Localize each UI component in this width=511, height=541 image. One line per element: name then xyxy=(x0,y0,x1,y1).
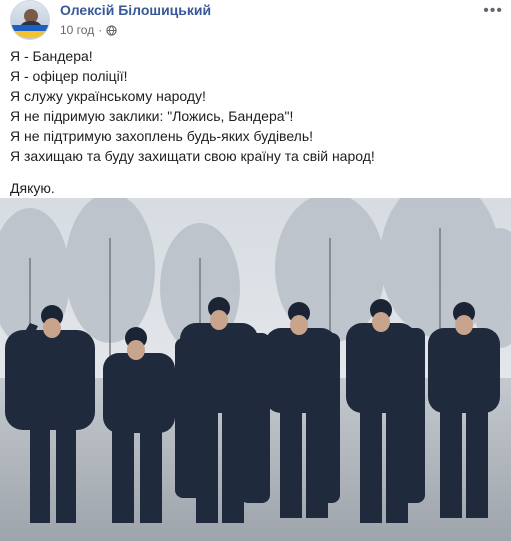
post-line: Я захищаю та буду захищати свою країну т… xyxy=(10,148,375,164)
more-options-icon[interactable]: ••• xyxy=(483,2,503,20)
post-line: Я служу українському народу! xyxy=(10,88,206,104)
post-line: Я - офіцер поліції! xyxy=(10,68,128,84)
globe-icon[interactable] xyxy=(106,24,117,36)
meta-separator: · xyxy=(98,23,103,37)
post-body: Я - Бандера! Я - офіцер поліції! Я служу… xyxy=(10,46,501,198)
post-timestamp[interactable]: 10 год xyxy=(60,23,94,37)
post-line: Я не підтримую захоплень будь-яких будів… xyxy=(10,128,314,144)
avatar[interactable] xyxy=(10,0,50,40)
post-line: Я не підримую заклики: "Ложись, Бандера"… xyxy=(10,108,294,124)
post-meta: 10 год · xyxy=(60,23,117,37)
police-photo-illustration xyxy=(0,198,511,541)
post-closing: Дякую. xyxy=(10,180,55,196)
avatar-flag-yellow xyxy=(11,31,49,37)
post-header: Олексій Білошицький 10 год · ••• xyxy=(8,0,511,46)
post-line: Я - Бандера! xyxy=(10,48,93,64)
author-name[interactable]: Олексій Білошицький xyxy=(60,2,211,18)
post-photo[interactable] xyxy=(0,198,511,541)
